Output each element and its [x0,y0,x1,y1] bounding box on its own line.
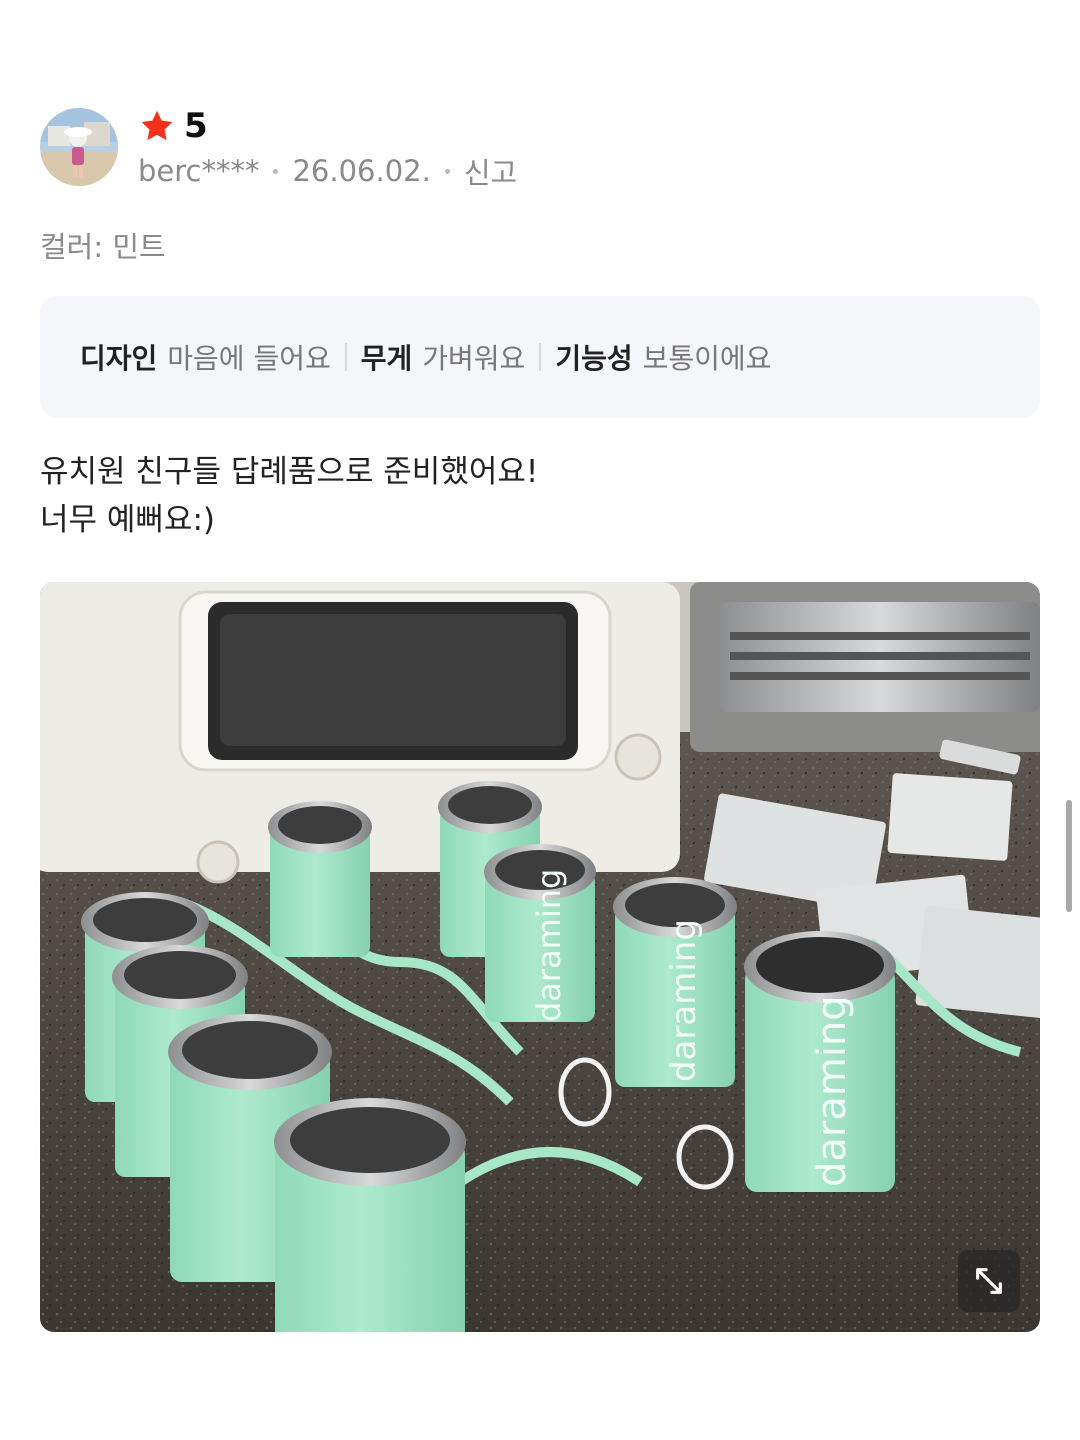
survey-item-weight: 무게 가벼워요 [361,337,526,377]
review-header: 5 berc**** 26.06.02. 신고 [40,108,1040,190]
report-button[interactable]: 신고 [464,150,517,192]
survey-key: 무게 [360,342,413,375]
star-icon [141,110,173,141]
avatar-image [40,108,118,186]
survey-summary: 디자인 마음에 들어요 무게 가벼워요 기능성 보통이에요 [40,296,1040,418]
review-body-line: 너무 예뻐요:) [40,502,215,538]
tumbler-brand-text: daraming [809,995,855,1187]
meta-separator [444,168,450,174]
avatar[interactable] [40,108,118,186]
author-name: berc**** [138,154,260,188]
review-photo-image: daraming daraming daraming [40,582,1040,1332]
survey-divider [344,343,347,371]
review-body: 유치원 친구들 답례품으로 준비했어요! 너무 예뻐요:) [40,448,1040,544]
rating-score: 5 [184,106,208,146]
survey-divider [539,343,542,371]
survey-key: 디자인 [80,342,158,375]
survey-value: 가벼워요 [422,342,526,375]
purchased-option: 컬러: 민트 [40,230,166,264]
review-meta: berc**** 26.06.02. 신고 [138,154,517,190]
scrollbar[interactable] [1066,800,1072,912]
survey-item-design: 디자인 마음에 들어요 [80,337,331,377]
survey-value: 보통이에요 [642,342,772,375]
expand-icon [976,1268,1002,1294]
review-date: 26.06.02. [292,154,431,188]
survey-key: 기능성 [555,342,633,375]
meta-separator [273,168,279,174]
tumbler-brand-text: daraming [530,869,568,1022]
review-photo[interactable]: daraming daraming daraming [40,582,1040,1332]
survey-value: 마음에 들어요 [167,342,331,375]
review-body-line: 유치원 친구들 답례품으로 준비했어요! [40,454,539,490]
tumbler-brand-text: daraming [664,919,704,1082]
survey-item-function: 기능성 보통이에요 [555,337,771,377]
expand-button[interactable] [958,1250,1020,1312]
rating: 5 [138,108,208,144]
